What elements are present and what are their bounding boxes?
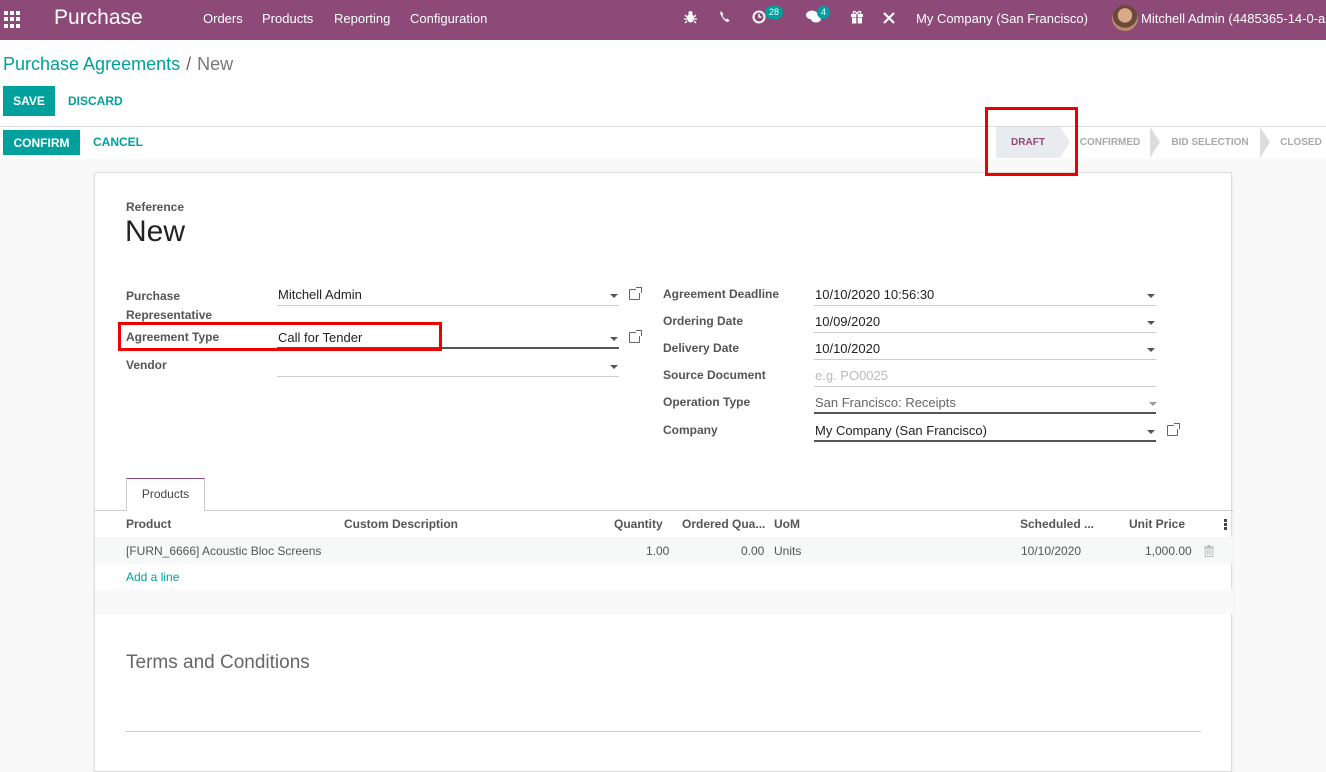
- gift-icon[interactable]: [850, 10, 864, 27]
- field-underline: [814, 332, 1156, 333]
- reference-label: Reference: [126, 200, 185, 214]
- breadcrumb: Purchase Agreements / New: [3, 54, 233, 75]
- chevron-down-icon[interactable]: [1147, 294, 1155, 298]
- cell-scheduled-date[interactable]: 10/10/2020: [1021, 544, 1081, 558]
- cell-uom[interactable]: Units: [774, 544, 801, 558]
- stage-confirmed[interactable]: CONFIRMED: [1072, 127, 1148, 158]
- operation-type-label: Operation Type: [663, 395, 751, 409]
- chevron-down-icon[interactable]: [1147, 348, 1155, 352]
- field-underline: [814, 440, 1156, 442]
- terms-input[interactable]: [126, 731, 1201, 732]
- chevron-down-icon[interactable]: [610, 294, 618, 298]
- activity-count-badge: 28: [765, 6, 784, 19]
- source-document-input[interactable]: e.g. PO0025: [815, 368, 888, 383]
- field-underline: [814, 386, 1156, 387]
- ordering-date-input[interactable]: 10/09/2020: [815, 314, 880, 329]
- tabs-divider: [95, 510, 1233, 511]
- col-ordered-quantity[interactable]: Ordered Qua...: [682, 517, 765, 531]
- delivery-date-label: Delivery Date: [663, 341, 740, 355]
- stage-arrow: [1260, 127, 1270, 158]
- cell-unit-price[interactable]: 1,000.00: [1145, 544, 1192, 558]
- add-line-link[interactable]: Add a line: [126, 570, 179, 584]
- phone-icon[interactable]: [719, 10, 731, 26]
- field-underline: [814, 305, 1156, 306]
- chevron-down-icon[interactable]: [1147, 430, 1155, 434]
- col-product[interactable]: Product: [126, 517, 171, 531]
- stage-arrow: [1060, 127, 1070, 158]
- company-switcher[interactable]: My Company (San Francisco): [916, 11, 1088, 26]
- top-navbar: Purchase Orders Products Reporting Confi…: [0, 0, 1326, 40]
- discard-button[interactable]: DISCARD: [68, 94, 123, 108]
- bug-icon[interactable]: [684, 10, 697, 27]
- vendor-label: Vendor: [126, 358, 167, 372]
- menu-reporting[interactable]: Reporting: [334, 11, 390, 26]
- menu-products[interactable]: Products: [262, 11, 313, 26]
- company-label: Company: [663, 423, 718, 437]
- field-underline: [814, 412, 1156, 414]
- breadcrumb-current: New: [197, 54, 234, 74]
- tab-products[interactable]: Products: [126, 478, 205, 511]
- app-name[interactable]: Purchase: [54, 6, 143, 30]
- agreement-deadline-label: Agreement Deadline: [663, 287, 780, 301]
- breadcrumb-parent-link[interactable]: Purchase Agreements: [3, 54, 180, 74]
- stage-draft[interactable]: DRAFT: [996, 127, 1060, 158]
- trash-icon[interactable]: [1204, 545, 1214, 560]
- optional-columns-icon[interactable]: [1224, 519, 1227, 530]
- apps-menu-icon[interactable]: [4, 10, 22, 28]
- form-sheet: Reference New Purchase Representative Mi…: [94, 172, 1233, 772]
- cell-ordered-quantity: 0.00: [741, 544, 765, 558]
- field-underline: [814, 359, 1156, 360]
- field-underline: [277, 376, 619, 377]
- purchase-representative-input[interactable]: Mitchell Admin: [278, 287, 362, 302]
- terms-title: Terms and Conditions: [126, 652, 310, 673]
- tools-icon[interactable]: [882, 11, 896, 28]
- reference-value: New: [125, 215, 186, 248]
- user-menu[interactable]: Mitchell Admin (4485365-14-0-a: [1141, 11, 1325, 26]
- external-link-icon[interactable]: [1167, 423, 1180, 436]
- col-custom-description[interactable]: Custom Description: [344, 517, 458, 531]
- cell-quantity[interactable]: 1.00: [646, 544, 669, 558]
- chevron-down-icon[interactable]: [610, 337, 618, 341]
- source-document-label: Source Document: [663, 368, 766, 382]
- cell-product[interactable]: [FURN_6666] Acoustic Bloc Screens: [126, 544, 321, 558]
- user-avatar[interactable]: [1112, 5, 1138, 31]
- menu-configuration[interactable]: Configuration: [410, 11, 487, 26]
- field-underline: [277, 347, 619, 349]
- chevron-down-icon[interactable]: [1149, 402, 1157, 406]
- external-link-icon[interactable]: [629, 287, 642, 300]
- stage-bid-selection[interactable]: BID SELECTION: [1162, 127, 1258, 158]
- ordering-date-label: Ordering Date: [663, 314, 744, 328]
- message-count-badge: 4: [817, 6, 831, 19]
- purchase-representative-label: Purchase Representative: [126, 289, 213, 322]
- col-quantity[interactable]: Quantity: [614, 517, 663, 531]
- stage-closed[interactable]: CLOSED: [1272, 127, 1326, 158]
- delivery-date-input[interactable]: 10/10/2020: [815, 341, 880, 356]
- agreement-type-input[interactable]: Call for Tender: [278, 330, 362, 345]
- breadcrumb-separator: /: [186, 54, 192, 74]
- menu-orders[interactable]: Orders: [203, 11, 243, 26]
- external-link-icon[interactable]: [629, 330, 642, 343]
- status-bar: CONFIRM CANCEL DRAFT CONFIRMED BID SELEC…: [0, 126, 1326, 159]
- confirm-button[interactable]: CONFIRM: [3, 130, 80, 155]
- chevron-down-icon[interactable]: [610, 365, 618, 369]
- col-uom[interactable]: UoM: [774, 517, 800, 531]
- company-input[interactable]: My Company (San Francisco): [815, 423, 987, 438]
- agreement-type-label: Agreement Type: [126, 330, 220, 344]
- field-underline: [277, 305, 619, 306]
- save-button[interactable]: SAVE: [3, 86, 55, 116]
- agreement-deadline-input[interactable]: 10/10/2020 10:56:30: [815, 287, 934, 302]
- stage-arrow: [1150, 127, 1160, 158]
- col-unit-price[interactable]: Unit Price: [1129, 517, 1185, 531]
- activity-clock-icon[interactable]: [752, 10, 766, 27]
- chevron-down-icon[interactable]: [1147, 321, 1155, 325]
- table-empty-row: [95, 589, 1233, 614]
- operation-type-input[interactable]: San Francisco: Receipts: [815, 395, 956, 410]
- cancel-button[interactable]: CANCEL: [93, 135, 143, 149]
- col-scheduled-date[interactable]: Scheduled ...: [1020, 517, 1094, 531]
